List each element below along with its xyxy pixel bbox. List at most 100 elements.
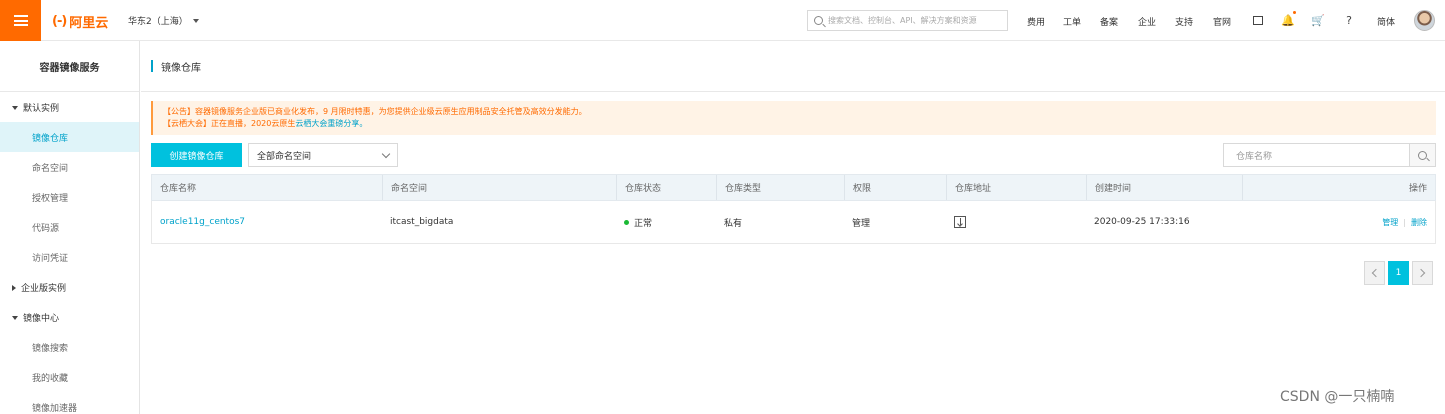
global-search-input[interactable]: 搜索文档、控制台、API、解决方案和资源 [807, 10, 1008, 31]
repo-permission: 管理 [852, 218, 871, 229]
title-accent-bar [151, 60, 153, 72]
prev-page-button[interactable] [1364, 261, 1385, 285]
announcement-banner: 【公告】容器镜像服务企业版已商业化发布，9 月限时特惠，为您提供企业级云原生应用… [151, 101, 1436, 135]
nav-billing[interactable]: 费用 [1027, 15, 1045, 28]
header-permission: 权限 [844, 175, 946, 200]
sidebar-title: 容器镜像服务 [0, 41, 139, 92]
sidebar-item-image-search[interactable]: 镜像搜索 [0, 332, 139, 362]
sidebar-item-authorization[interactable]: 授权管理 [0, 182, 139, 212]
hamburger-icon [13, 15, 28, 26]
manage-link[interactable]: 管理 [1382, 217, 1398, 228]
chevron-left-icon [1371, 268, 1381, 278]
sidebar-item-label: 授权管理 [32, 193, 69, 204]
namespace-select-value: 全部命名空间 [257, 151, 312, 162]
sidebar-item-accelerator[interactable]: 镜像加速器 [0, 392, 139, 414]
repo-status-text: 正常 [634, 218, 653, 229]
header-repo-name: 仓库名称 [160, 184, 197, 194]
action-separator: | [1403, 217, 1406, 227]
pagination: 1 [1364, 261, 1433, 285]
caret-down-icon [192, 18, 199, 23]
aliyun-logo[interactable]: (-) 阿里云 [52, 12, 109, 31]
delete-link[interactable]: 删除 [1411, 217, 1427, 228]
row-actions: 管理 | 删除 [1382, 201, 1427, 243]
header-address: 仓库地址 [946, 175, 1086, 200]
header-status: 仓库状态 [616, 175, 716, 200]
sidebar-group-label: 企业版实例 [21, 284, 67, 294]
sidebar-item-label: 镜像搜索 [32, 343, 69, 354]
header-namespace: 命名空间 [382, 175, 616, 200]
repo-name-link[interactable]: oracle11g_centos7 [152, 201, 245, 243]
page-title: 镜像仓库 [161, 62, 201, 74]
search-icon [814, 16, 823, 25]
announcement-line-1[interactable]: 【公告】容器镜像服务企业版已商业化发布，9 月限时特惠，为您提供企业级云原生应用… [163, 106, 1436, 118]
sidebar-item-favorites[interactable]: 我的收藏 [0, 362, 139, 392]
menu-button[interactable] [0, 0, 41, 41]
create-repository-button[interactable]: 创建镜像仓库 [151, 143, 242, 167]
repo-address [946, 201, 966, 243]
sidebar-item-access-credentials[interactable]: 访问凭证 [0, 242, 139, 272]
sidebar-item-label: 命名空间 [32, 163, 69, 174]
nav-official-site[interactable]: 官网 [1213, 15, 1231, 28]
header-created: 创建时间 [1086, 175, 1242, 200]
sidebar-item-code-source[interactable]: 代码源 [0, 212, 139, 242]
sidebar-group-label: 镜像中心 [23, 314, 60, 324]
sidebar-item-namespaces[interactable]: 命名空间 [0, 152, 139, 182]
user-avatar[interactable] [1414, 10, 1435, 31]
table-row: oracle11g_centos7 itcast_bigdata 正常 私有 管… [151, 201, 1436, 244]
sidebar-item-label: 镜像仓库 [32, 133, 69, 144]
help-icon[interactable]: ? [1342, 12, 1356, 28]
bell-icon[interactable]: 🔔 [1281, 11, 1296, 28]
triangle-down-icon [12, 315, 18, 320]
triangle-down-icon [12, 105, 18, 110]
repository-search-button[interactable] [1409, 143, 1436, 167]
announcement-link[interactable]: 云栖大会重磅分享。 [295, 119, 367, 128]
nav-tickets[interactable]: 工单 [1063, 15, 1081, 28]
namespace-select[interactable]: 全部命名空间 [248, 143, 398, 167]
region-label: 华东2（上海） [128, 17, 188, 27]
chevron-down-icon [381, 149, 391, 159]
next-page-button[interactable] [1412, 261, 1433, 285]
table-header: 仓库名称 命名空间 仓库状态 仓库类型 权限 仓库地址 创建时间 操作 [151, 174, 1436, 201]
region-selector[interactable]: 华东2（上海） [128, 14, 199, 27]
header-type: 仓库类型 [716, 175, 844, 200]
sidebar-item-label: 我的收藏 [32, 373, 69, 384]
sidebar-group-label: 默认实例 [23, 104, 60, 114]
sidebar-group-default-instance[interactable]: 默认实例 [12, 101, 59, 114]
repository-search-input[interactable]: 仓库名称 [1223, 143, 1410, 167]
header-actions: 操作 [1242, 175, 1435, 200]
nav-support[interactable]: 支持 [1175, 15, 1193, 28]
repo-type: 私有 [724, 218, 743, 229]
chevron-right-icon [1416, 268, 1426, 278]
triangle-right-icon [12, 284, 16, 291]
announcement-line-2: 【云栖大会】正在直播，2020云原生云栖大会重磅分享。 [163, 118, 1436, 130]
page-header: 镜像仓库 [141, 41, 1445, 92]
logo-text: 阿里云 [69, 15, 109, 31]
repo-status: 正常 [616, 201, 652, 243]
notification-dot [1293, 11, 1296, 14]
sidebar-group-enterprise-instance[interactable]: 企业版实例 [12, 281, 66, 294]
download-icon[interactable] [954, 216, 966, 228]
watermark: CSDN @一只楠喃 [1280, 389, 1395, 405]
top-navbar: (-) 阿里云 华东2（上海） 搜索文档、控制台、API、解决方案和资源 费用 … [0, 0, 1445, 41]
repository-table: 仓库名称 命名空间 仓库状态 仓库类型 权限 仓库地址 创建时间 操作 orac… [151, 174, 1436, 244]
repo-created: 2020-09-25 17:33:16 [1094, 217, 1190, 227]
cart-icon[interactable]: 🛒 [1311, 12, 1325, 28]
sidebar-item-label: 代码源 [32, 223, 60, 234]
global-search-placeholder: 搜索文档、控制台、API、解决方案和资源 [828, 16, 977, 25]
search-icon [1418, 150, 1427, 160]
nav-enterprise[interactable]: 企业 [1138, 15, 1156, 28]
sidebar-item-label: 镜像加速器 [32, 403, 78, 414]
page-number-current[interactable]: 1 [1388, 261, 1409, 285]
logo-mark: (-) [52, 13, 67, 29]
status-dot-icon [624, 219, 629, 225]
announcement-line-2-text: 【云栖大会】正在直播，2020云原生 [163, 119, 296, 128]
sidebar-item-repositories[interactable]: 镜像仓库 [0, 122, 139, 152]
sidebar-group-image-center[interactable]: 镜像中心 [12, 311, 59, 324]
sidebar-item-label: 访问凭证 [32, 253, 69, 264]
repo-namespace: itcast_bigdata [390, 217, 454, 227]
nav-icp[interactable]: 备案 [1100, 15, 1118, 28]
terminal-icon[interactable] [1251, 12, 1265, 28]
sidebar: 容器镜像服务 默认实例 镜像仓库 命名空间 授权管理 代码源 访问凭证 企业版实… [0, 41, 140, 414]
language-switch[interactable]: 简体 [1377, 15, 1395, 28]
repository-search-placeholder: 仓库名称 [1236, 151, 1273, 162]
